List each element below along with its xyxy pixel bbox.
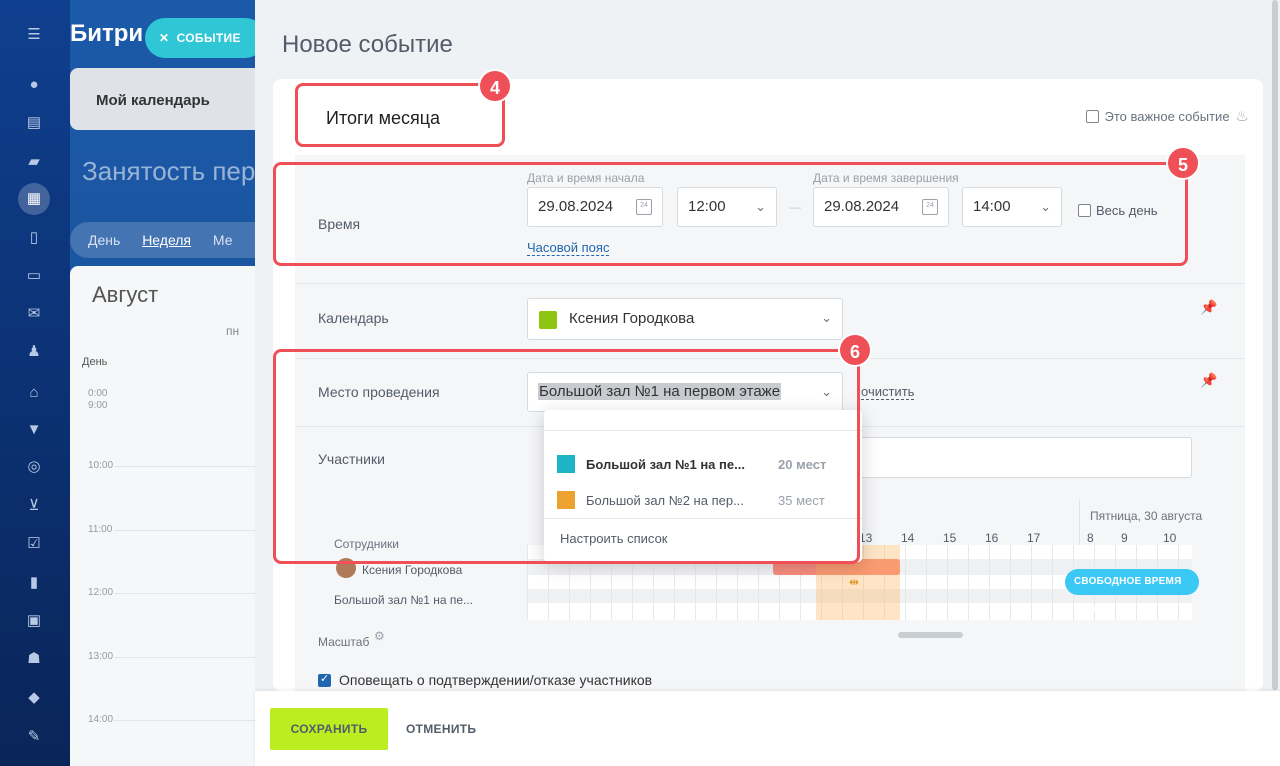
month-title: Август — [92, 282, 159, 307]
calendar-label: Календарь — [318, 310, 389, 326]
chevron-down-icon: ⌄ — [821, 310, 832, 325]
view-day[interactable]: День — [88, 232, 120, 248]
important-toggle[interactable]: Это важное событие ♨ — [1085, 107, 1249, 125]
pin-icon[interactable]: 📌 — [1200, 299, 1217, 316]
time-label: 0:00 — [88, 388, 108, 399]
notify-label: Оповещать о подтверждении/отказе участни… — [339, 672, 653, 688]
flame-icon: ♨ — [1235, 108, 1249, 125]
time-label: 10:00 — [88, 460, 114, 471]
hour-label: 14 — [901, 531, 915, 545]
activity-icon[interactable]: ● — [24, 76, 44, 94]
tasks-icon[interactable]: ☑ — [24, 535, 44, 553]
background-calendar: Битри ✕ СОБЫТИЕ Мой календарь Занятость … — [70, 0, 270, 766]
hour-label: 15 — [943, 531, 957, 545]
free-time-label: СВОБОДНОЕ ВРЕМЯ — [1074, 576, 1182, 587]
drive-icon[interactable]: ▭ — [24, 267, 44, 285]
event-name-value: Итоги месяца — [326, 108, 441, 128]
view-month[interactable]: Ме — [213, 232, 233, 248]
clear-location-link[interactable]: очистить — [861, 384, 915, 400]
company-icon[interactable]: ⌂ — [24, 384, 44, 402]
new-event-panel: Новое событие Итоги месяца 4 Это важное … — [255, 0, 1280, 766]
free-time-button[interactable]: СВОБОДНОЕ ВРЕМЯ ⟶ — [1065, 569, 1199, 616]
panel-title: Новое событие — [282, 31, 453, 58]
groups-icon[interactable]: ♟ — [24, 343, 44, 361]
planner-row-user: Ксения Городкова — [362, 563, 463, 577]
contacts-icon[interactable]: ▣ — [24, 612, 44, 630]
annotation-box-6 — [273, 349, 860, 564]
participants-input[interactable] — [858, 437, 1192, 478]
brand-title: Битри — [70, 20, 144, 47]
annotation-box-5 — [273, 162, 1188, 266]
calendar-color-swatch — [539, 311, 557, 329]
edit-list-icon[interactable]: ✎ — [24, 728, 44, 746]
annotation-badge-5: 5 — [1166, 146, 1200, 180]
chat-icon[interactable]: ▰ — [24, 153, 44, 171]
drag-handle-icon[interactable]: ⇹ — [849, 575, 859, 589]
target-icon[interactable]: ◎ — [24, 458, 44, 476]
planner-date-label: Пятница, 30 августа — [1090, 509, 1203, 523]
view-switcher: День Неделя Ме — [70, 222, 270, 258]
calendar-value: Ксения Городкова — [569, 310, 695, 327]
calendar-icon[interactable]: ▦ — [18, 183, 50, 215]
grid-line — [114, 593, 270, 594]
time-label: 13:00 — [88, 651, 114, 662]
hour-label: 8 — [1087, 531, 1094, 545]
grid-line — [114, 466, 270, 467]
arrow-right-icon: ⟶ — [1078, 600, 1099, 616]
new-event-label: СОБЫТИЕ — [176, 31, 241, 45]
weekday-label: пн — [226, 324, 240, 338]
hour-label: 10 — [1163, 531, 1177, 545]
hour-label: 9 — [1121, 531, 1128, 545]
planner-row-room: Большой зал №1 на пе... — [334, 593, 474, 607]
annotation-badge-4: 4 — [478, 69, 512, 103]
event-name-field[interactable]: Итоги месяца — [295, 83, 505, 147]
calendar-select[interactable]: Ксения Городкова ⌄ — [527, 298, 843, 340]
mail-icon[interactable]: ✉ — [24, 305, 44, 323]
save-button[interactable]: СОХРАНИТЬ — [270, 708, 388, 750]
hour-label: 16 — [985, 531, 999, 545]
pin-icon[interactable]: 📌 — [1200, 372, 1217, 389]
panel-scrollbar[interactable] — [1272, 0, 1278, 690]
cancel-button[interactable]: ОТМЕНИТЬ — [406, 708, 476, 750]
grid-line — [114, 657, 270, 658]
important-checkbox[interactable] — [1085, 109, 1099, 123]
event-form-card: Итоги месяца 4 Это важное событие ♨ Врем… — [273, 69, 1263, 691]
calendar-grid: Август пн День 0:00 9:00 10:00 11:00 12:… — [70, 266, 270, 766]
my-calendar-tab[interactable]: Мой календарь — [70, 68, 270, 130]
document-icon[interactable]: ▯ — [24, 229, 44, 247]
grid-line — [114, 720, 270, 721]
scale-label: Масштаб — [318, 635, 370, 649]
settings-gear-icon[interactable]: ⚙ — [374, 629, 385, 643]
app-sidebar: ☰ ● ▤ ▰ ▦ ▯ ▭ ✉ ♟ ⌂ ▼ ◎ ⊻ ☑ ▮ ▣ ☗ ◆ ✎ — [0, 0, 70, 766]
day-row-label: День — [82, 356, 108, 368]
analytics-icon[interactable]: ▮ — [24, 574, 44, 592]
planner-scrollbar[interactable] — [898, 632, 963, 638]
time-label: 11:00 — [88, 524, 113, 535]
divider — [295, 283, 1245, 284]
annotation-badge-6: 6 — [838, 333, 872, 367]
robot-icon[interactable]: ☗ — [24, 650, 44, 668]
box-icon[interactable]: ◆ — [24, 689, 44, 707]
view-week[interactable]: Неделя — [142, 232, 191, 248]
grid-line — [114, 530, 270, 531]
time-label: 12:00 — [88, 587, 114, 598]
notify-checkbox[interactable] — [318, 672, 331, 687]
notify-toggle[interactable]: Оповещать о подтверждении/отказе участни… — [318, 672, 652, 688]
time-label: 9:00 — [88, 400, 108, 411]
new-event-button[interactable]: ✕ СОБЫТИЕ — [145, 18, 265, 58]
important-label: Это важное событие — [1104, 108, 1230, 124]
busy-title: Занятость пер — [82, 156, 256, 186]
menu-icon[interactable]: ☰ — [24, 26, 44, 44]
feed-icon[interactable]: ▤ — [24, 114, 44, 132]
time-label: 14:00 — [88, 714, 114, 725]
hour-label: 17 — [1027, 531, 1041, 545]
panel-footer: СОХРАНИТЬ ОТМЕНИТЬ — [255, 691, 1280, 766]
filter-icon[interactable]: ▼ — [24, 421, 44, 439]
cart-icon[interactable]: ⊻ — [24, 497, 44, 515]
